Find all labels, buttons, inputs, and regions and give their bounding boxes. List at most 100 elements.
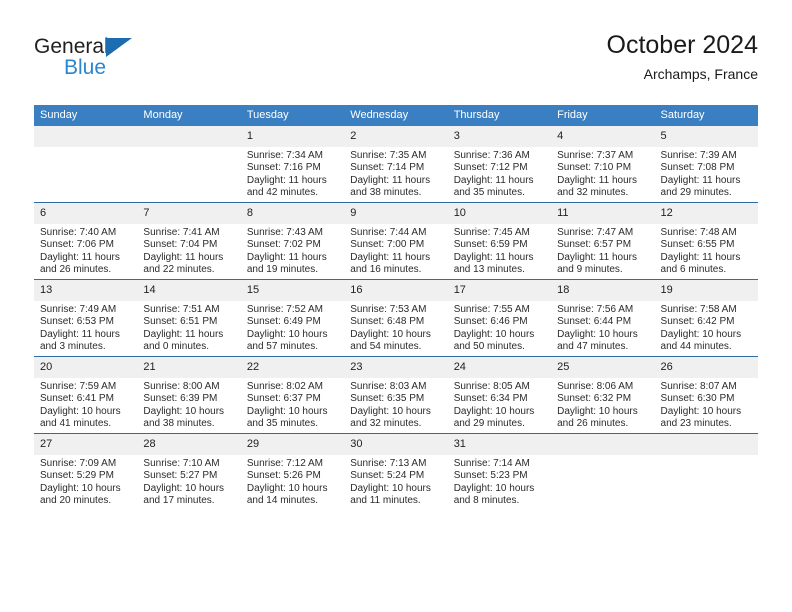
weekday-header-saturday: Saturday	[654, 105, 758, 126]
sunrise-text: Sunrise: 7:44 AM	[350, 227, 427, 238]
calendar-day-cell[interactable]: 20 Sunrise: 7:59 AM Sunset: 6:41 PM Dayligh…	[34, 356, 138, 434]
sunset-text: Sunset: 5:26 PM	[246, 470, 321, 482]
calendar-day-cell[interactable]: 7 Sunrise: 7:41 AM Sunset: 7:04 PM Daylight…	[137, 202, 241, 280]
day-details: Sunrise: 8:07 AM Sunset: 6:30 PM Daylight:…	[655, 378, 758, 431]
calendar-day-cell[interactable]: 26 Sunrise: 8:07 AM Sunset: 6:30 PM Dayligh…	[654, 356, 758, 434]
calendar-day-cell[interactable]: 28 Sunrise: 7:10 AM Sunset: 5:27 PM Dayligh…	[137, 433, 241, 510]
page-subtitle: Archamps, France	[643, 66, 758, 82]
day-number	[137, 126, 241, 147]
day-details: Sunrise: 7:14 AM Sunset: 5:23 PM Daylight:…	[448, 455, 551, 508]
day-number: 22	[240, 357, 345, 378]
sunset-text: Sunset: 6:34 PM	[453, 393, 528, 405]
calendar-day-cell[interactable]: 27 Sunrise: 7:09 AM Sunset: 5:29 PM Dayligh…	[34, 433, 138, 510]
sunrise-text: Sunrise: 7:14 AM	[453, 458, 530, 469]
day-details: Sunrise: 7:53 AM Sunset: 6:48 PM Daylight:…	[344, 301, 447, 354]
calendar-day-cell[interactable]: 31 Sunrise: 7:14 AM Sunset: 5:23 PM Dayligh…	[447, 433, 552, 510]
general-blue-logo[interactable]: General Blue	[34, 36, 214, 88]
sunrise-text: Sunrise: 8:02 AM	[246, 381, 323, 392]
calendar-day-cell[interactable]: 13 Sunrise: 7:49 AM Sunset: 6:53 PM Dayligh…	[34, 279, 138, 357]
calendar-day-cell[interactable]: 18 Sunrise: 7:56 AM Sunset: 6:44 PM Dayligh…	[551, 279, 655, 357]
daylight-text: Daylight: 10 hours and 29 minutes.	[453, 405, 535, 430]
daylight-text: Daylight: 10 hours and 11 minutes.	[350, 482, 431, 507]
calendar-day-cell[interactable]: 10 Sunrise: 7:45 AM Sunset: 6:59 PM Dayligh…	[447, 202, 552, 280]
calendar-week-row: 20 Sunrise: 7:59 AM Sunset: 6:41 PM Dayligh…	[34, 356, 758, 434]
weekday-header-row: Sunday Monday Tuesday Wednesday Thursday…	[34, 105, 758, 126]
calendar-day-cell[interactable]: 16 Sunrise: 7:53 AM Sunset: 6:48 PM Dayligh…	[344, 279, 448, 357]
sunrise-sunset-calendar: Sunday Monday Tuesday Wednesday Thursday…	[34, 105, 758, 510]
sunrise-text: Sunrise: 7:40 AM	[40, 227, 117, 238]
daylight-text: Daylight: 11 hours and 16 minutes.	[350, 251, 431, 276]
daylight-text: Daylight: 10 hours and 32 minutes.	[350, 405, 431, 430]
sunrise-text: Sunrise: 8:05 AM	[453, 381, 530, 392]
calendar-week-row: 27 Sunrise: 7:09 AM Sunset: 5:29 PM Dayligh…	[34, 433, 758, 510]
day-details: Sunrise: 8:02 AM Sunset: 6:37 PM Daylight:…	[241, 378, 344, 431]
calendar-day-cell-empty	[34, 126, 138, 203]
sunset-text: Sunset: 6:55 PM	[660, 239, 735, 251]
calendar-day-cell[interactable]: 3 Sunrise: 7:36 AM Sunset: 7:12 PM Daylight…	[447, 126, 552, 203]
calendar-day-cell[interactable]: 17 Sunrise: 7:55 AM Sunset: 6:46 PM Dayligh…	[447, 279, 552, 357]
calendar-day-cell[interactable]: 23 Sunrise: 8:03 AM Sunset: 6:35 PM Dayligh…	[344, 356, 448, 434]
sunrise-text: Sunrise: 7:49 AM	[40, 304, 117, 315]
sunset-text: Sunset: 5:23 PM	[453, 470, 528, 482]
calendar-day-cell[interactable]: 8 Sunrise: 7:43 AM Sunset: 7:02 PM Daylight…	[240, 202, 345, 280]
calendar-day-cell[interactable]: 4 Sunrise: 7:37 AM Sunset: 7:10 PM Daylight…	[551, 126, 655, 203]
sunset-text: Sunset: 6:51 PM	[143, 316, 218, 328]
calendar-day-cell[interactable]: 24 Sunrise: 8:05 AM Sunset: 6:34 PM Dayligh…	[447, 356, 552, 434]
daylight-text: Daylight: 11 hours and 38 minutes.	[350, 174, 431, 199]
calendar-day-cell[interactable]: 21 Sunrise: 8:00 AM Sunset: 6:39 PM Dayligh…	[137, 356, 241, 434]
sunrise-text: Sunrise: 7:35 AM	[350, 150, 427, 161]
page-header: General Blue October 2024 Archamps, Fran…	[34, 30, 758, 92]
calendar-day-cell[interactable]: 15 Sunrise: 7:52 AM Sunset: 6:49 PM Dayligh…	[240, 279, 345, 357]
day-details: Sunrise: 8:00 AM Sunset: 6:39 PM Daylight:…	[137, 378, 240, 431]
day-number	[34, 126, 138, 147]
calendar-day-cell[interactable]: 22 Sunrise: 8:02 AM Sunset: 6:37 PM Dayligh…	[240, 356, 345, 434]
calendar-day-cell[interactable]: 1 Sunrise: 7:34 AM Sunset: 7:16 PM Daylight…	[240, 126, 345, 203]
sunset-text: Sunset: 6:57 PM	[557, 239, 632, 251]
day-details: Sunrise: 7:40 AM Sunset: 7:06 PM Daylight:…	[34, 224, 137, 277]
day-details: Sunrise: 7:35 AM Sunset: 7:14 PM Daylight:…	[344, 147, 447, 200]
calendar-header-row-group: Sunday Monday Tuesday Wednesday Thursday…	[34, 105, 758, 126]
weekday-header-sunday: Sunday	[34, 105, 138, 126]
sunset-text: Sunset: 6:49 PM	[246, 316, 321, 328]
day-number: 12	[654, 203, 758, 224]
sunset-text: Sunset: 7:14 PM	[350, 162, 425, 174]
sunrise-text: Sunrise: 7:56 AM	[557, 304, 634, 315]
calendar-day-cell[interactable]: 12 Sunrise: 7:48 AM Sunset: 6:55 PM Dayligh…	[654, 202, 758, 280]
calendar-day-cell[interactable]: 11 Sunrise: 7:47 AM Sunset: 6:57 PM Dayligh…	[551, 202, 655, 280]
calendar-day-cell[interactable]: 30 Sunrise: 7:13 AM Sunset: 5:24 PM Dayligh…	[344, 433, 448, 510]
calendar-day-cell[interactable]: 29 Sunrise: 7:12 AM Sunset: 5:26 PM Dayligh…	[240, 433, 345, 510]
sunrise-text: Sunrise: 7:51 AM	[143, 304, 220, 315]
calendar-day-cell[interactable]: 9 Sunrise: 7:44 AM Sunset: 7:00 PM Daylight…	[344, 202, 448, 280]
day-number: 21	[137, 357, 241, 378]
sunrise-text: Sunrise: 8:07 AM	[660, 381, 737, 392]
daylight-text: Daylight: 11 hours and 19 minutes.	[246, 251, 327, 276]
day-number: 27	[34, 434, 138, 455]
sunrise-text: Sunrise: 7:52 AM	[246, 304, 323, 315]
calendar-day-cell[interactable]: 19 Sunrise: 7:58 AM Sunset: 6:42 PM Dayligh…	[654, 279, 758, 357]
day-details: Sunrise: 7:43 AM Sunset: 7:02 PM Daylight:…	[241, 224, 344, 277]
sunset-text: Sunset: 6:46 PM	[453, 316, 528, 328]
calendar-day-cell[interactable]: 6 Sunrise: 7:40 AM Sunset: 7:06 PM Daylight…	[34, 202, 138, 280]
title-block: October 2024 Archamps, France	[607, 30, 759, 84]
daylight-text: Daylight: 11 hours and 6 minutes.	[660, 251, 741, 276]
calendar-day-cell[interactable]: 2 Sunrise: 7:35 AM Sunset: 7:14 PM Daylight…	[344, 126, 448, 203]
daylight-text: Daylight: 11 hours and 42 minutes.	[246, 174, 327, 199]
day-details: Sunrise: 8:05 AM Sunset: 6:34 PM Daylight:…	[448, 378, 551, 431]
daylight-text: Daylight: 10 hours and 17 minutes.	[143, 482, 225, 507]
day-details: Sunrise: 8:06 AM Sunset: 6:32 PM Daylight:…	[551, 378, 654, 431]
daylight-text: Daylight: 10 hours and 54 minutes.	[350, 328, 431, 353]
day-number: 29	[240, 434, 345, 455]
day-number: 26	[654, 357, 758, 378]
day-details: Sunrise: 7:56 AM Sunset: 6:44 PM Daylight:…	[551, 301, 654, 354]
day-details: Sunrise: 7:34 AM Sunset: 7:16 PM Daylight:…	[241, 147, 344, 200]
weekday-header-tuesday: Tuesday	[240, 105, 345, 126]
day-number	[654, 434, 758, 455]
calendar-day-cell[interactable]: 14 Sunrise: 7:51 AM Sunset: 6:51 PM Dayligh…	[137, 279, 241, 357]
calendar-day-cell[interactable]: 5 Sunrise: 7:39 AM Sunset: 7:08 PM Daylight…	[654, 126, 758, 203]
day-details: Sunrise: 7:36 AM Sunset: 7:12 PM Daylight:…	[448, 147, 551, 200]
day-number: 19	[654, 280, 758, 301]
daylight-text: Daylight: 11 hours and 35 minutes.	[453, 174, 534, 199]
calendar-day-cell[interactable]: 25 Sunrise: 8:06 AM Sunset: 6:32 PM Dayligh…	[551, 356, 655, 434]
sunrise-text: Sunrise: 7:59 AM	[40, 381, 117, 392]
sunrise-text: Sunrise: 7:47 AM	[557, 227, 634, 238]
